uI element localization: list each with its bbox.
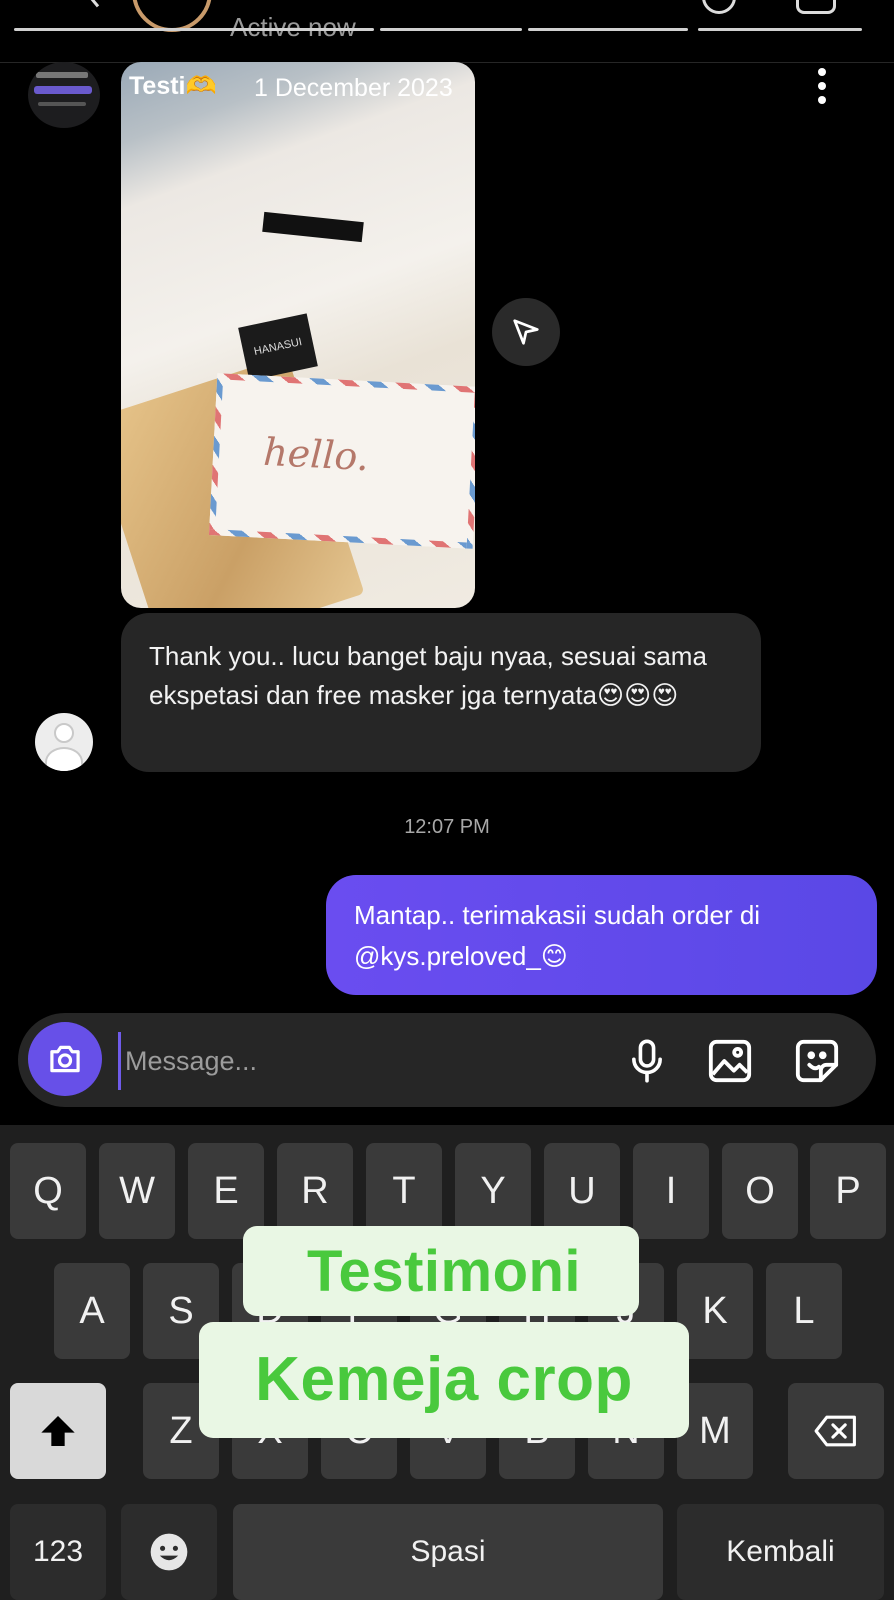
camera-button[interactable] xyxy=(28,1022,102,1096)
caption-line-2: Kemeja crop xyxy=(255,1345,633,1414)
progress-bar xyxy=(528,28,688,31)
key-i[interactable]: I xyxy=(633,1143,709,1239)
emoji-icon xyxy=(150,1533,188,1571)
story-thumbnail[interactable] xyxy=(28,62,100,128)
numbers-key[interactable]: 123 xyxy=(10,1504,106,1600)
chat-header: Active now xyxy=(0,0,894,60)
share-button[interactable] xyxy=(492,298,560,366)
progress-bar xyxy=(14,28,374,31)
back-arrow-icon[interactable] xyxy=(65,0,100,22)
key-a[interactable]: A xyxy=(54,1263,130,1359)
key-w[interactable]: W xyxy=(99,1143,175,1239)
message-input[interactable] xyxy=(118,1032,597,1090)
key-u[interactable]: U xyxy=(544,1143,620,1239)
photo-message[interactable]: HANASUI hello. Testi🫶 1 December 2023 xyxy=(121,62,475,608)
more-options-icon[interactable] xyxy=(818,68,828,110)
key-t[interactable]: T xyxy=(366,1143,442,1239)
space-key[interactable]: Spasi xyxy=(233,1504,663,1600)
caption-sticker: Testimoni Kemeja crop xyxy=(199,1226,689,1438)
shift-key[interactable] xyxy=(10,1383,106,1479)
video-icon[interactable] xyxy=(796,0,836,14)
key-e[interactable]: E xyxy=(188,1143,264,1239)
progress-bar xyxy=(380,28,522,31)
key-p[interactable]: P xyxy=(810,1143,886,1239)
brand-tag: HANASUI xyxy=(238,313,318,381)
send-icon xyxy=(513,319,539,345)
image-icon xyxy=(708,1039,752,1083)
key-r[interactable]: R xyxy=(277,1143,353,1239)
microphone-icon xyxy=(632,1039,662,1083)
microphone-button[interactable] xyxy=(622,1036,672,1086)
key-q[interactable]: Q xyxy=(10,1143,86,1239)
sticker-icon xyxy=(795,1039,839,1083)
caption-line-1: Testimoni xyxy=(306,1239,582,1304)
heart-hands-icon: 🫶 xyxy=(185,72,217,100)
emoji-key[interactable] xyxy=(121,1504,217,1600)
sender-avatar[interactable] xyxy=(35,713,93,771)
shift-icon xyxy=(41,1416,75,1446)
backspace-key[interactable] xyxy=(788,1383,884,1479)
sticker-button[interactable] xyxy=(792,1036,842,1086)
clothing-label xyxy=(262,211,364,243)
message-timestamp: 12:07 PM xyxy=(404,816,490,838)
card-text: hello. xyxy=(262,429,370,480)
call-icon[interactable] xyxy=(702,0,736,14)
gallery-button[interactable] xyxy=(705,1036,755,1086)
camera-icon xyxy=(50,1045,80,1073)
progress-bar xyxy=(698,28,862,31)
story-label: Testi🫶 xyxy=(129,72,217,100)
thank-you-card: hello. xyxy=(208,373,475,549)
key-y[interactable]: Y xyxy=(455,1143,531,1239)
key-o[interactable]: O xyxy=(722,1143,798,1239)
return-key[interactable]: Kembali xyxy=(677,1504,884,1600)
backspace-icon xyxy=(814,1415,856,1447)
message-bubble-outgoing[interactable]: Mantap.. terimakasii sudah order di @kys… xyxy=(326,875,877,995)
message-bubble-incoming[interactable]: Thank you.. lucu banget baju nyaa, sesua… xyxy=(121,613,761,772)
story-date: 1 December 2023 xyxy=(254,74,453,102)
key-l[interactable]: L xyxy=(766,1263,842,1359)
